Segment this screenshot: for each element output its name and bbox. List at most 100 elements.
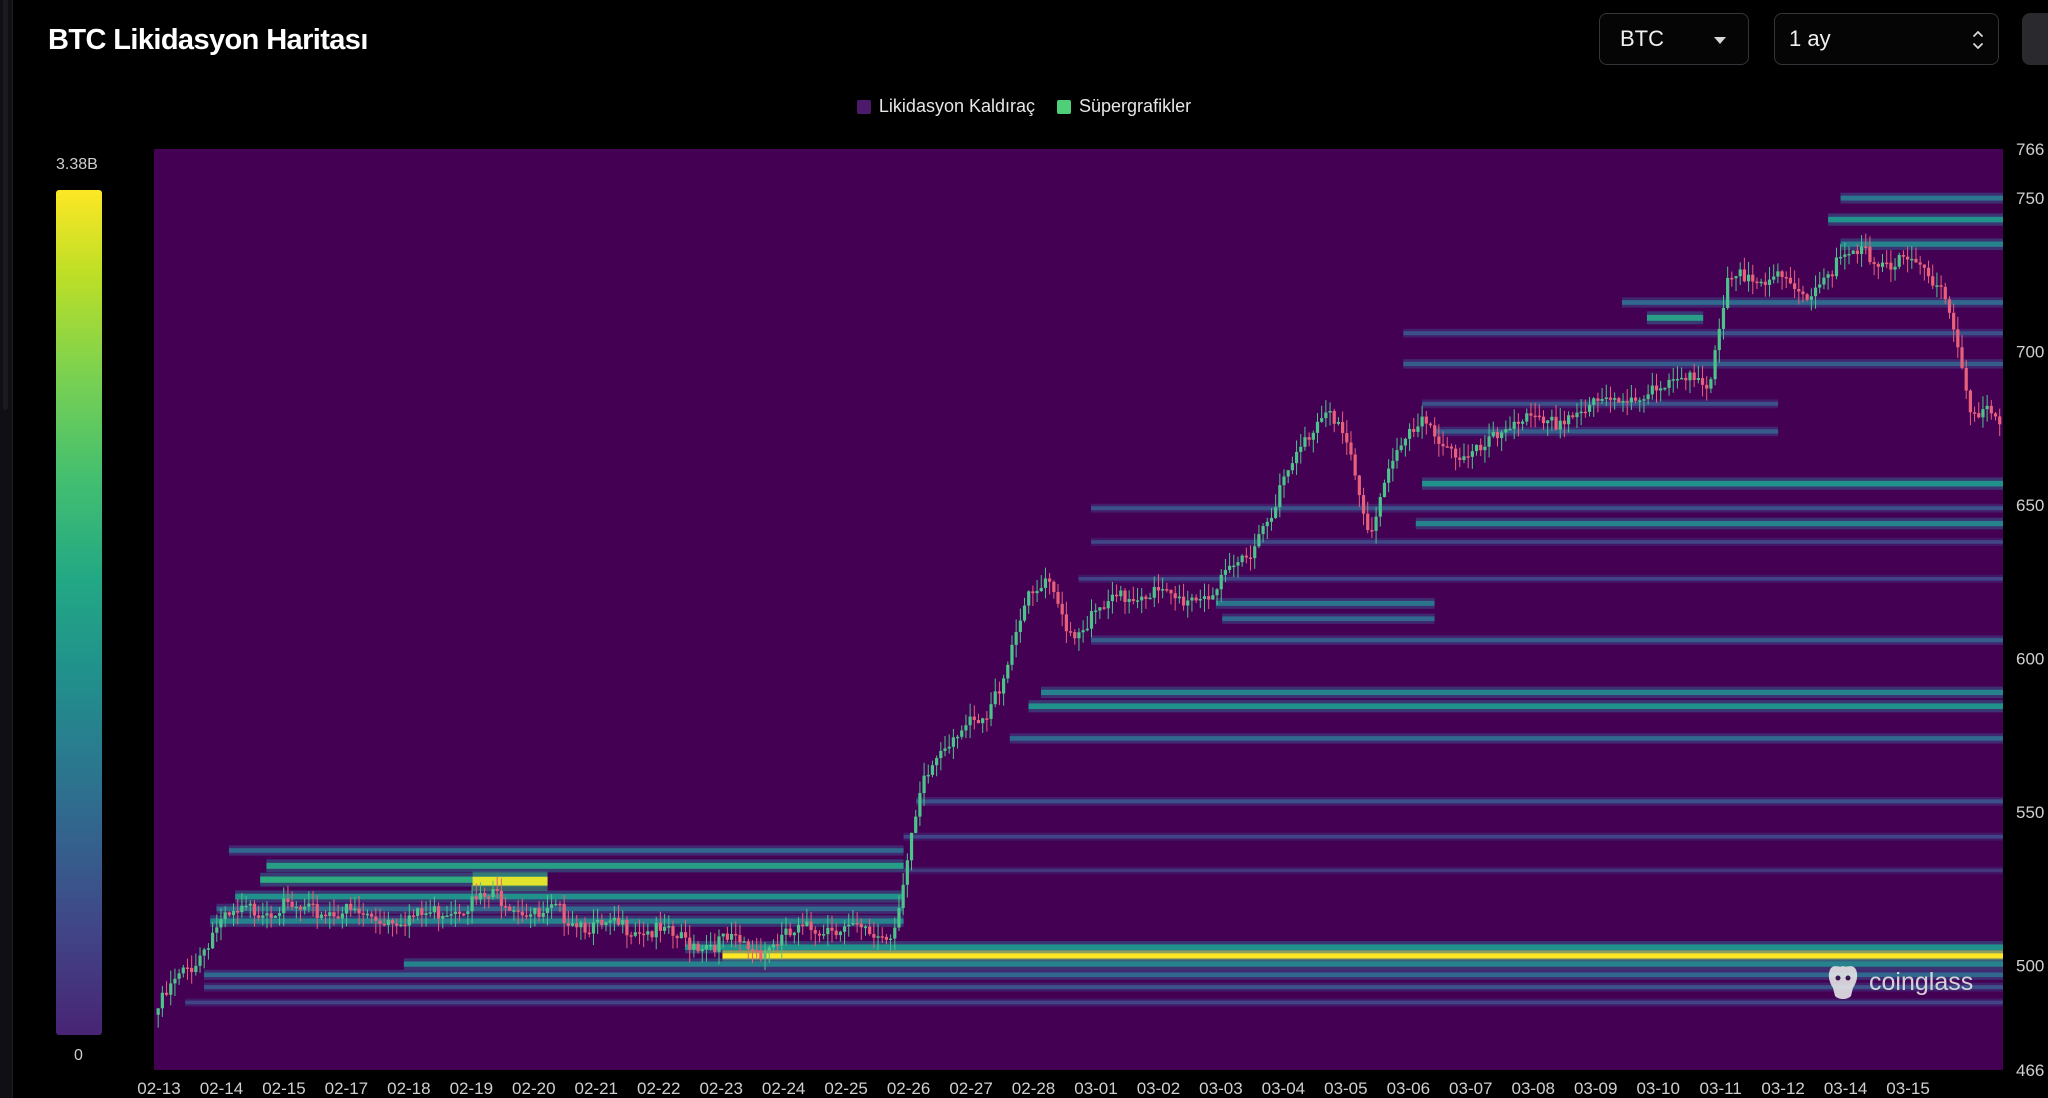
x-tick-label: 02-28 <box>1012 1079 1055 1098</box>
candle-body <box>1755 281 1759 284</box>
candle-body <box>972 716 976 720</box>
candle-body <box>704 945 709 950</box>
candle-body <box>1328 410 1332 413</box>
candle-body <box>1839 256 1843 259</box>
candle-body <box>1546 420 1550 424</box>
candle-body <box>851 923 855 925</box>
candle-body <box>1110 594 1115 602</box>
candle-body <box>662 927 667 931</box>
candle-body <box>1629 397 1633 403</box>
liquidation-band <box>1090 506 2003 511</box>
candle-body <box>692 943 696 950</box>
candle-body <box>378 920 382 924</box>
candle-body <box>796 924 801 933</box>
candle-body <box>1307 437 1311 440</box>
candle-body <box>1964 367 1968 391</box>
candle-body <box>474 896 478 900</box>
candle-body <box>1181 596 1186 606</box>
x-tick-label: 03-10 <box>1636 1079 1679 1098</box>
candle-body <box>1098 607 1102 611</box>
candle-body <box>1370 529 1374 532</box>
candle-body <box>1474 444 1479 452</box>
liquidation-band <box>1009 736 2003 741</box>
candle-body <box>449 914 453 916</box>
candle-body <box>1119 590 1123 597</box>
candle-body <box>1399 445 1403 451</box>
candle-body <box>763 950 767 959</box>
candle-body <box>1738 269 1742 277</box>
candle-body <box>1382 482 1387 498</box>
candle-body <box>181 967 185 974</box>
candle-body <box>1140 596 1144 601</box>
candle-body <box>227 912 231 916</box>
liquidation-band <box>1415 520 2003 527</box>
candle-body <box>399 924 403 927</box>
candle-body <box>717 936 721 953</box>
candle-body <box>261 915 265 918</box>
candle-body <box>457 911 462 914</box>
candle-body <box>1872 262 1876 264</box>
candle-body <box>1303 437 1307 447</box>
candle-body <box>608 920 612 923</box>
candle-body <box>1885 262 1889 265</box>
candle-body <box>935 758 939 766</box>
candle-body <box>1043 578 1048 589</box>
candle-body <box>503 906 508 908</box>
candle-body <box>508 906 512 911</box>
candle-body <box>1102 607 1106 609</box>
y-tick-label: 500 <box>2016 957 2044 976</box>
candle-body <box>654 922 658 938</box>
coinglass-watermark: coinglass <box>1825 962 1973 1002</box>
candle-body <box>1646 394 1650 400</box>
candle-body <box>993 691 997 705</box>
candle-body <box>1106 601 1110 609</box>
candle-body <box>1483 446 1487 451</box>
candle-body <box>625 920 629 936</box>
candle-body <box>587 932 591 935</box>
candle-body <box>905 860 909 885</box>
candle-body <box>679 932 683 939</box>
candle-body <box>1127 599 1131 602</box>
candle-body <box>1922 264 1926 268</box>
candle-body <box>1529 413 1533 416</box>
candle-body <box>1617 398 1621 403</box>
candle-body <box>1767 279 1772 285</box>
liquidation-heatmap-chart[interactable]: 02-13 02-14 02-15 02-17 02-18 02-19 02-20 02-21… <box>0 0 2048 1098</box>
candle-body <box>776 944 780 946</box>
liquidation-band <box>203 985 2003 990</box>
candle-body <box>713 945 717 953</box>
candle-body <box>997 691 1002 694</box>
candle-body <box>1780 271 1784 277</box>
candle-body <box>311 903 315 906</box>
candle-body <box>294 906 298 909</box>
candle-body <box>1893 266 1897 270</box>
candle-body <box>1805 294 1809 300</box>
candle-body <box>156 1008 160 1015</box>
x-tick-label: 02-27 <box>949 1079 992 1098</box>
candle-body <box>1073 632 1077 639</box>
candle-body <box>1680 377 1684 380</box>
x-axis: 02-13 02-14 02-15 02-17 02-18 02-19 02-20 02-21… <box>137 1079 1930 1098</box>
candle-body <box>516 910 520 912</box>
watermark-text: coinglass <box>1869 967 1974 996</box>
coinglass-logo-icon <box>1828 966 1858 999</box>
liquidation-band <box>1621 300 2003 305</box>
candle-body <box>1822 277 1826 285</box>
liquidation-band <box>266 862 904 869</box>
candle-body <box>1700 378 1705 385</box>
y-tick-label: 700 <box>2016 343 2044 362</box>
candle-body <box>943 748 947 751</box>
candle-body <box>357 908 361 914</box>
x-tick-label: 02-15 <box>262 1079 305 1098</box>
candle-body <box>1960 347 1964 368</box>
candle-body <box>1859 246 1864 255</box>
liquidation-band <box>1041 689 2003 696</box>
x-tick-label: 03-03 <box>1199 1079 1242 1098</box>
candle-body <box>1424 416 1428 424</box>
candle-body <box>1068 631 1073 633</box>
candle-body <box>520 911 524 916</box>
candle-body <box>273 915 277 918</box>
candle-body <box>1207 596 1211 600</box>
candle-body <box>194 965 198 973</box>
candle-body <box>198 955 202 966</box>
